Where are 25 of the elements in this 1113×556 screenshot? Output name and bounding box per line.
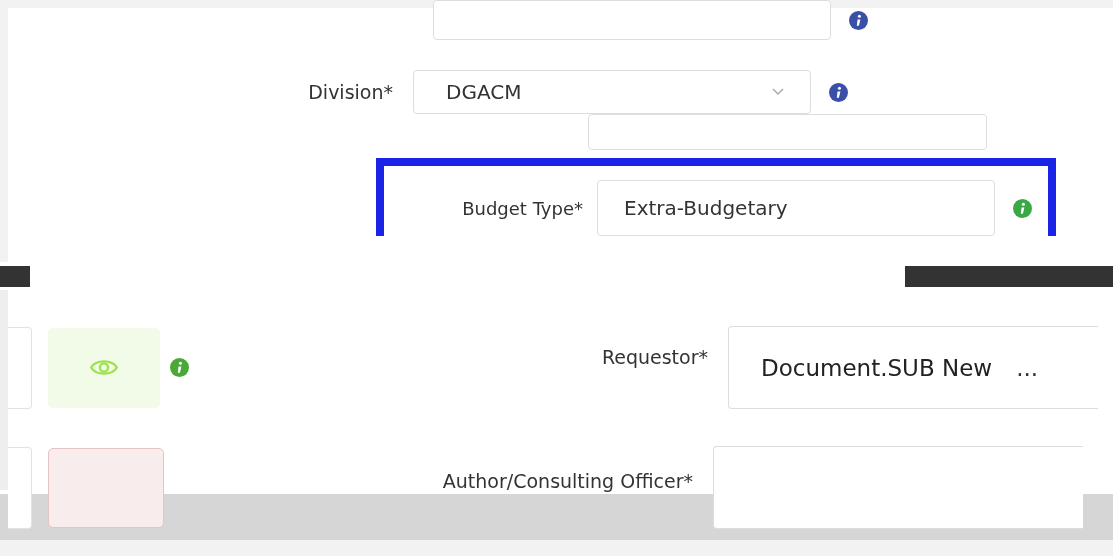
eye-icon xyxy=(90,358,118,377)
field-label: Budget Type* xyxy=(461,197,584,219)
input-field[interactable] xyxy=(8,446,32,529)
select-field[interactable] xyxy=(433,0,831,40)
select-value: Extra-Budgetary xyxy=(624,196,788,220)
view-button[interactable] xyxy=(48,327,160,408)
field-value: Document.SUB New xyxy=(761,354,993,381)
select-field[interactable]: Extra-Budgetary xyxy=(597,180,995,236)
input-field[interactable] xyxy=(713,446,1083,529)
dark-bar xyxy=(0,265,30,287)
select-value: DGACM xyxy=(446,80,522,104)
field-label: Requestor* xyxy=(600,346,709,368)
more-button[interactable]: ... xyxy=(1016,354,1039,381)
select-field[interactable] xyxy=(588,114,987,150)
chevron-icon xyxy=(772,88,784,96)
input-field[interactable]: Document.SUB New ... xyxy=(728,326,1098,409)
info-icon xyxy=(1013,198,1032,218)
select-field[interactable]: DGACM xyxy=(413,70,811,114)
info-icon xyxy=(829,82,848,102)
field-label: Author/Consulting Officer* xyxy=(441,470,694,492)
input-field[interactable] xyxy=(8,326,32,409)
action-button[interactable] xyxy=(48,447,164,528)
field-label: Division* xyxy=(307,81,394,103)
info-icon xyxy=(849,10,868,30)
info-icon xyxy=(170,358,189,377)
